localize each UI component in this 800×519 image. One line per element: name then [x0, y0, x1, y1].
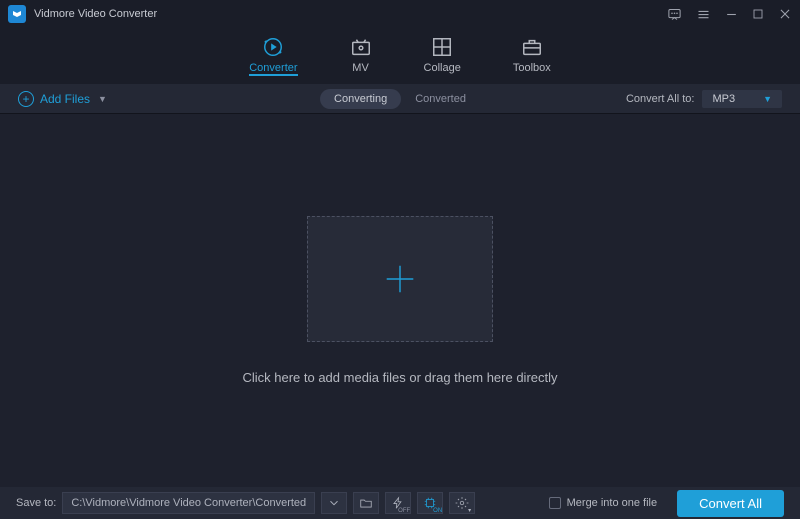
format-dropdown[interactable]: MP3 ▼ [702, 90, 782, 108]
dropzone[interactable] [307, 216, 493, 342]
convert-all-to-label: Convert All to: [626, 93, 694, 105]
tab-collage[interactable]: Collage [424, 36, 461, 76]
merge-label: Merge into one file [567, 497, 658, 509]
close-button[interactable] [778, 7, 792, 21]
add-files-label: Add Files [40, 92, 90, 106]
tab-collage-label: Collage [424, 62, 461, 74]
app-logo [8, 5, 26, 23]
tab-toolbox-label: Toolbox [513, 62, 551, 74]
tab-converter-label: Converter [249, 62, 297, 74]
plus-icon [381, 260, 419, 298]
save-path-text: C:\Vidmore\Vidmore Video Converter\Conve… [71, 497, 306, 509]
merge-checkbox[interactable]: Merge into one file [549, 497, 658, 509]
settings-button[interactable]: ▾ [449, 492, 475, 514]
menu-icon[interactable] [696, 7, 711, 22]
format-value: MP3 [712, 93, 735, 105]
save-path-box[interactable]: C:\Vidmore\Vidmore Video Converter\Conve… [62, 492, 315, 514]
tab-converter[interactable]: Converter [249, 36, 297, 76]
plus-circle-icon: + [18, 91, 34, 107]
toolbar: + Add Files ▼ Converting Converted Conve… [0, 84, 800, 114]
chevron-down-icon[interactable]: ▼ [98, 94, 107, 104]
titlebar: Vidmore Video Converter [0, 0, 800, 28]
gpu-accel-button[interactable]: ON [417, 492, 443, 514]
dropzone-hint: Click here to add media files or drag th… [242, 370, 557, 385]
tab-mv-label: MV [352, 62, 369, 74]
save-to-label: Save to: [16, 497, 56, 509]
path-dropdown-button[interactable] [321, 492, 347, 514]
minimize-button[interactable] [725, 8, 738, 21]
bottombar: Save to: C:\Vidmore\Vidmore Video Conver… [0, 487, 800, 519]
tab-mv[interactable]: MV [350, 36, 372, 76]
tab-converted[interactable]: Converted [401, 89, 480, 109]
tab-toolbox[interactable]: Toolbox [513, 36, 551, 76]
chevron-down-icon: ▼ [763, 94, 772, 104]
app-title: Vidmore Video Converter [34, 8, 667, 20]
main-nav: Converter MV Collage Toolbox [0, 28, 800, 84]
checkbox-icon [549, 497, 561, 509]
convert-all-button[interactable]: Convert All [677, 490, 784, 517]
open-folder-button[interactable] [353, 492, 379, 514]
maximize-button[interactable] [752, 8, 764, 20]
content-area: Click here to add media files or drag th… [0, 114, 800, 487]
tab-converting[interactable]: Converting [320, 89, 401, 109]
add-files-button[interactable]: + Add Files ▼ [18, 91, 107, 107]
high-speed-button[interactable]: OFF [385, 492, 411, 514]
feedback-icon[interactable] [667, 7, 682, 22]
